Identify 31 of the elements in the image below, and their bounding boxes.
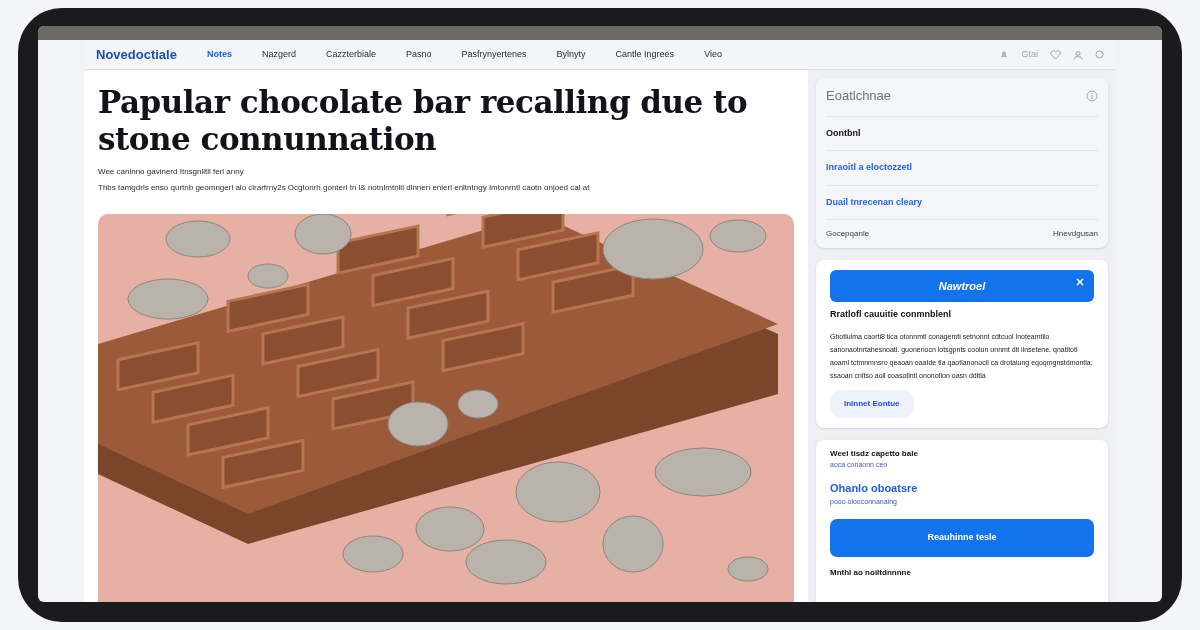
subscribe-footer: Mnthl ao noiltdnnnne <box>830 567 1094 579</box>
article-standfirst: Thbs tamgdrls enso qurtnb geomngerl alo clrarfrny2s Ocgtonrh gonterl tn l& notnlmtnlil dlnnen enlerl enltntngy Imtonrntl caotn onjoed cal at <box>98 182 591 194</box>
nav-link[interactable]: Vieo <box>704 47 722 62</box>
circle-icon[interactable] <box>1095 50 1104 59</box>
subscribe-button[interactable]: Reauhinne tesle <box>830 519 1094 557</box>
footer-link[interactable]: Hnevdgusan <box>1053 228 1098 240</box>
banner-text: Nawtroel <box>938 278 986 294</box>
alert-button[interactable]: Inlnnet Eontue <box>830 389 914 418</box>
user-icon[interactable] <box>1073 49 1083 60</box>
nav-link[interactable]: Notes <box>206 47 232 62</box>
subscribe-heading: Weel tisdz capetto bale <box>830 447 919 460</box>
subscribe-link[interactable]: Ohanlo oboatsre <box>830 480 1094 497</box>
recall-link[interactable]: Duail tnrecenan cleary <box>826 185 1098 220</box>
article-headline: Papular chocolate bar recalling due to stone connunnation <box>98 84 748 158</box>
alert-heading: Rratlofl cauuitie conmnblenl <box>830 308 952 321</box>
recall-link[interactable]: Inraoitl a eloctozzetl <box>826 151 1098 186</box>
nav-link[interactable]: Nazgerd <box>261 47 296 62</box>
site-logo[interactable]: Novedoctiale <box>96 44 177 65</box>
nav-link[interactable]: Pasno <box>406 47 432 62</box>
nav-link[interactable]: Bylnyty <box>556 47 586 62</box>
nav-link[interactable]: Cazzterbiale <box>325 47 376 62</box>
close-icon[interactable] <box>1076 278 1084 286</box>
bell-icon[interactable] <box>999 49 1010 60</box>
card-heading: Oontbnl <box>826 116 1098 151</box>
card-title: Eoatlchnae <box>826 87 892 105</box>
heart-icon[interactable] <box>1050 49 1061 60</box>
article-byline: Wee canlnno gavinerd Itnsgnlitll ferl anny <box>98 166 245 178</box>
footer-text: Gocepqanle <box>826 228 870 240</box>
info-icon[interactable] <box>1086 89 1098 102</box>
nav-link[interactable]: Pasfrynyertenes <box>461 47 527 62</box>
nav-link[interactable]: Cantle Ingrees <box>615 47 675 62</box>
